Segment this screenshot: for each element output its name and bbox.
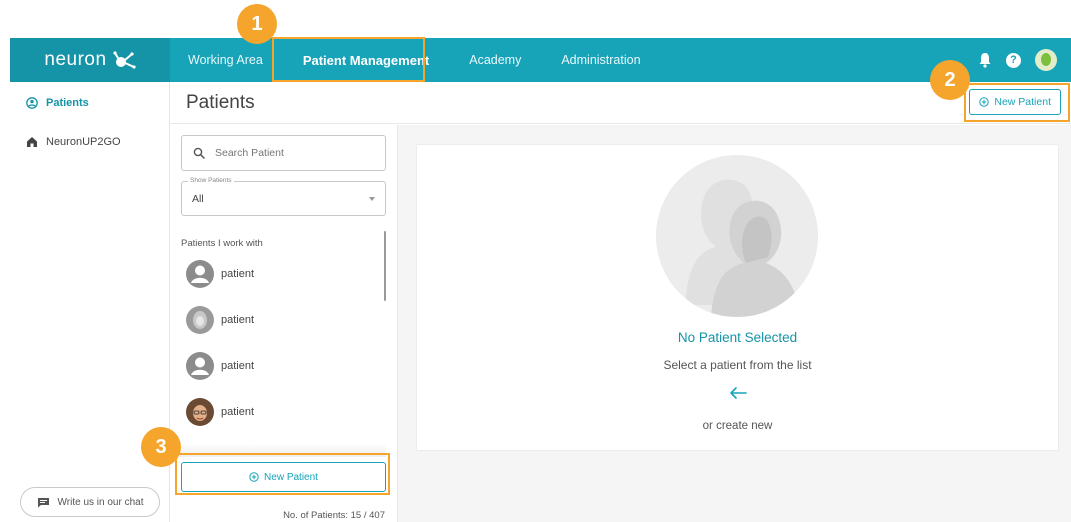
list-scrollbar[interactable] bbox=[384, 231, 386, 301]
sidebar-item-label: Patients bbox=[46, 97, 89, 109]
sidebar-item-patients[interactable]: Patients bbox=[26, 97, 89, 109]
female-silhouette-avatar bbox=[186, 306, 214, 334]
user-circle-icon bbox=[26, 97, 38, 109]
arrow-left-icon bbox=[730, 387, 747, 399]
callout-highlight-list-button bbox=[175, 453, 390, 495]
patient-list-item[interactable]: patient bbox=[186, 306, 254, 334]
logo-mark-icon bbox=[112, 51, 136, 69]
help-icon[interactable]: ? bbox=[1006, 52, 1021, 68]
search-icon bbox=[193, 147, 205, 159]
patient-name: patient bbox=[221, 314, 255, 326]
no-patient-illustration bbox=[656, 155, 818, 317]
callout-badge-3: 3 bbox=[141, 427, 181, 467]
select-value: All bbox=[192, 193, 204, 205]
patient-name: patient bbox=[221, 360, 255, 372]
patient-list-item[interactable]: patient bbox=[186, 352, 254, 380]
page-title: Patients bbox=[186, 92, 255, 113]
chat-icon bbox=[37, 497, 49, 507]
callout-highlight-nav bbox=[272, 37, 425, 82]
sidebar-item-label: NeuronUP2GO bbox=[46, 136, 121, 148]
chat-button[interactable]: Write us in our chat bbox=[20, 487, 160, 517]
show-patients-select[interactable]: Show Patients All bbox=[181, 177, 386, 216]
callout-badge-2: 2 bbox=[930, 60, 970, 100]
patient-name: patient bbox=[221, 406, 255, 418]
app-page: neuron Working Area Patient Management A… bbox=[0, 0, 1071, 522]
nav-working-area[interactable]: Working Area bbox=[188, 53, 263, 67]
callout-badge-1: 1 bbox=[237, 4, 277, 44]
logo[interactable]: neuron bbox=[10, 38, 170, 82]
select-label: Show Patients bbox=[188, 177, 234, 184]
top-icons: ? bbox=[978, 38, 1057, 82]
list-heading: Patients I work with bbox=[181, 238, 263, 249]
logo-text: neuron bbox=[44, 49, 107, 70]
caret-down-icon bbox=[369, 197, 375, 201]
empty-state-card: No Patient Selected Select a patient fro… bbox=[416, 144, 1059, 451]
callout-highlight-header-button bbox=[964, 83, 1070, 122]
photo-avatar bbox=[186, 398, 214, 426]
patient-list-item[interactable]: patient bbox=[186, 260, 254, 288]
default-avatar bbox=[186, 260, 214, 288]
user-avatar[interactable] bbox=[1035, 49, 1057, 71]
main-nav: Working Area Patient Management Academy … bbox=[188, 38, 681, 82]
sidebar-item-neuronup2go[interactable]: NeuronUP2GO bbox=[26, 136, 121, 148]
patient-name: patient bbox=[221, 268, 255, 280]
default-avatar bbox=[186, 352, 214, 380]
empty-state-title: No Patient Selected bbox=[677, 330, 798, 345]
nav-administration[interactable]: Administration bbox=[561, 53, 640, 67]
empty-state-or-text: or create new bbox=[702, 420, 773, 432]
chat-button-label: Write us in our chat bbox=[57, 496, 144, 508]
search-field[interactable] bbox=[181, 135, 386, 171]
patient-list-item[interactable]: patient bbox=[186, 398, 254, 426]
empty-state-subtitle: Select a patient from the list bbox=[663, 358, 812, 372]
bell-icon[interactable] bbox=[978, 52, 992, 68]
search-input[interactable] bbox=[215, 147, 375, 159]
main-area: No Patient Selected Select a patient fro… bbox=[398, 125, 1071, 522]
top-bar: neuron Working Area Patient Management A… bbox=[10, 38, 1071, 82]
home-icon bbox=[27, 137, 37, 147]
patient-count: No. of Patients: 15 / 407 bbox=[283, 510, 385, 521]
nav-academy[interactable]: Academy bbox=[469, 53, 521, 67]
